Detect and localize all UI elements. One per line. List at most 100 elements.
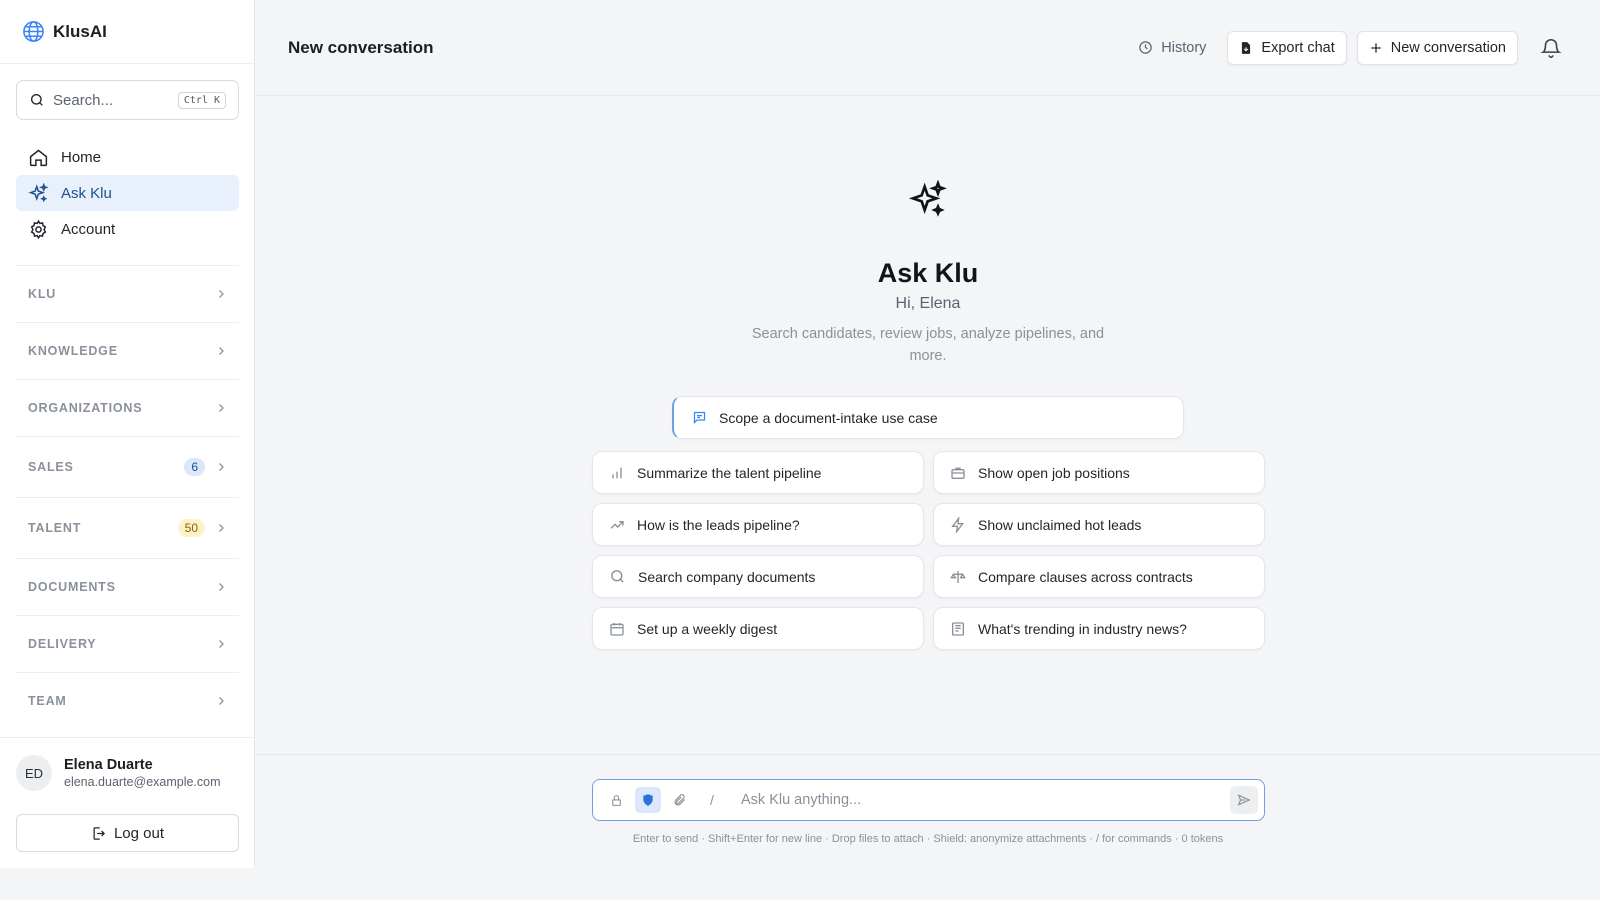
search-shortcut: Ctrl K [177,91,226,109]
section-label: KNOWLEDGE [28,344,118,358]
hero-greeting: Hi, Elena [895,295,961,312]
bar-chart-icon [612,467,622,478]
nav-item-home[interactable]: Home [16,139,239,175]
suggestion-label: Set up a weekly digest [637,620,778,637]
suggestion-card[interactable]: Show unclaimed hot leads [933,503,1265,546]
section-label: TALENT [28,521,82,535]
nav-item-account[interactable]: Account [16,211,239,247]
page-title: New conversation [288,37,434,57]
section-talent[interactable]: TALENT 50 [16,497,239,558]
gear-icon [30,219,47,239]
section-documents[interactable]: DOCUMENTS [16,558,239,615]
user-name: Elena Duarte [64,757,153,773]
shield-icon [643,794,653,806]
suggestion-card[interactable]: How is the leads pipeline? [592,503,924,546]
lock-icon [611,794,621,806]
hero-icon [256,180,1600,220]
new-conversation-label: New conversation [1390,39,1506,56]
brand-name: KlusAI [53,21,107,41]
bell-icon [1540,38,1562,58]
compare-icon [950,570,966,583]
export-chat-label: Export chat [1261,39,1335,56]
zap-icon [951,516,964,533]
suggestion-label: Compare clauses across contracts [978,568,1193,585]
sparkles-icon [908,180,947,217]
history-button[interactable]: History [1127,31,1217,65]
new-conversation-button[interactable]: New conversation [1356,30,1518,65]
section-label: TEAM [28,694,67,708]
trending-up-icon [610,520,624,529]
paperclip-icon [674,794,686,806]
nav-item-ask-klu[interactable]: Ask Klu [16,175,239,211]
divider [0,737,255,738]
section-knowledge[interactable]: KNOWLEDGE [16,322,239,379]
notifications-button[interactable] [1534,31,1568,65]
chevron-right-icon [219,290,224,298]
send-button[interactable] [1230,786,1258,814]
nav-item-label: Home [61,148,102,166]
section-klu[interactable]: KLU [16,265,239,322]
hero: Ask Klu Hi, Elena Search candidates, rev… [256,180,1600,367]
chevron-right-icon [219,404,224,412]
logout-button[interactable]: Log out [16,814,239,852]
sidebar-sections: KLU KNOWLEDGE ORGANIZATIONS SALES 6 TALE… [16,265,239,729]
main-nav: Home Ask Klu Account [16,139,239,247]
logout-label: Log out [113,824,165,842]
chevron-right-icon [219,583,224,591]
section-organizations[interactable]: ORGANIZATIONS [16,379,239,436]
suggestion-label: Show open job positions [978,464,1130,481]
suggestion-card[interactable]: What's trending in industry news? [933,607,1265,650]
chevron-right-icon [219,347,224,355]
section-delivery[interactable]: DELIVERY [16,615,239,672]
featured-suggestion[interactable]: Scope a document-intake use case [672,396,1184,439]
sparkles-icon [28,182,49,202]
section-sales[interactable]: SALES 6 [16,436,239,497]
lock-button[interactable] [603,787,629,813]
count-badge: 6 [184,458,205,476]
suggestion-card[interactable]: Summarize the talent pipeline [592,451,924,494]
nav-item-label: Ask Klu [61,184,112,202]
hero-title: Ask Klu [877,258,979,288]
hero-subtitle: Search candidates, review jobs, analyze … [751,326,1105,364]
suggestion-label: How is the leads pipeline? [637,516,800,533]
composer: / [592,779,1265,821]
history-label: History [1161,39,1207,56]
count-badge: 50 [177,519,205,537]
send-icon [1237,794,1251,806]
calendar-icon [610,622,624,636]
page-header: New conversation History Export chat New… [256,0,1600,96]
search-icon [31,94,43,106]
suggestion-grid: Summarize the talent pipeline Show open … [592,451,1265,650]
suggestion-card[interactable]: Show open job positions [933,451,1265,494]
sidebar-search[interactable]: Search... Ctrl K [16,80,239,120]
composer-area: / Enter to send · Shift+Enter for new li… [256,754,1600,868]
user-email: elena.duarte@example.com [64,775,221,789]
attach-button[interactable] [667,787,693,813]
suggestion-label: Show unclaimed hot leads [978,516,1142,533]
chevron-right-icon [219,524,224,532]
newspaper-icon [952,621,964,636]
section-label: SALES [28,460,74,474]
composer-hint: Enter to send · Shift+Enter for new line… [632,833,1224,845]
search-placeholder: Search... [53,91,114,109]
shield-toggle[interactable] [635,787,661,813]
user-card[interactable]: ED Elena Duarte elena.duarte@example.com [16,755,239,791]
suggestion-card[interactable]: Search company documents [592,555,924,598]
commands-button[interactable]: / [699,787,725,813]
file-download-icon [1242,41,1251,54]
suggestion-card[interactable]: Set up a weekly digest [592,607,924,650]
sidebar: KlusAI Search... Ctrl K Home Ask Klu Acc… [0,0,255,868]
export-chat-button[interactable]: Export chat [1227,30,1347,65]
plus-icon [1371,42,1381,53]
globe-logo-icon [23,21,44,42]
brand[interactable]: KlusAI [0,0,254,64]
message-input[interactable] [731,792,1224,808]
search-icon [611,570,624,583]
chevron-right-icon [219,640,224,648]
clock-icon [1139,41,1153,54]
chevron-right-icon [219,697,224,705]
chat-icon [693,411,706,425]
avatar: ED [16,755,52,791]
section-team[interactable]: TEAM [16,672,239,729]
suggestion-card[interactable]: Compare clauses across contracts [933,555,1265,598]
